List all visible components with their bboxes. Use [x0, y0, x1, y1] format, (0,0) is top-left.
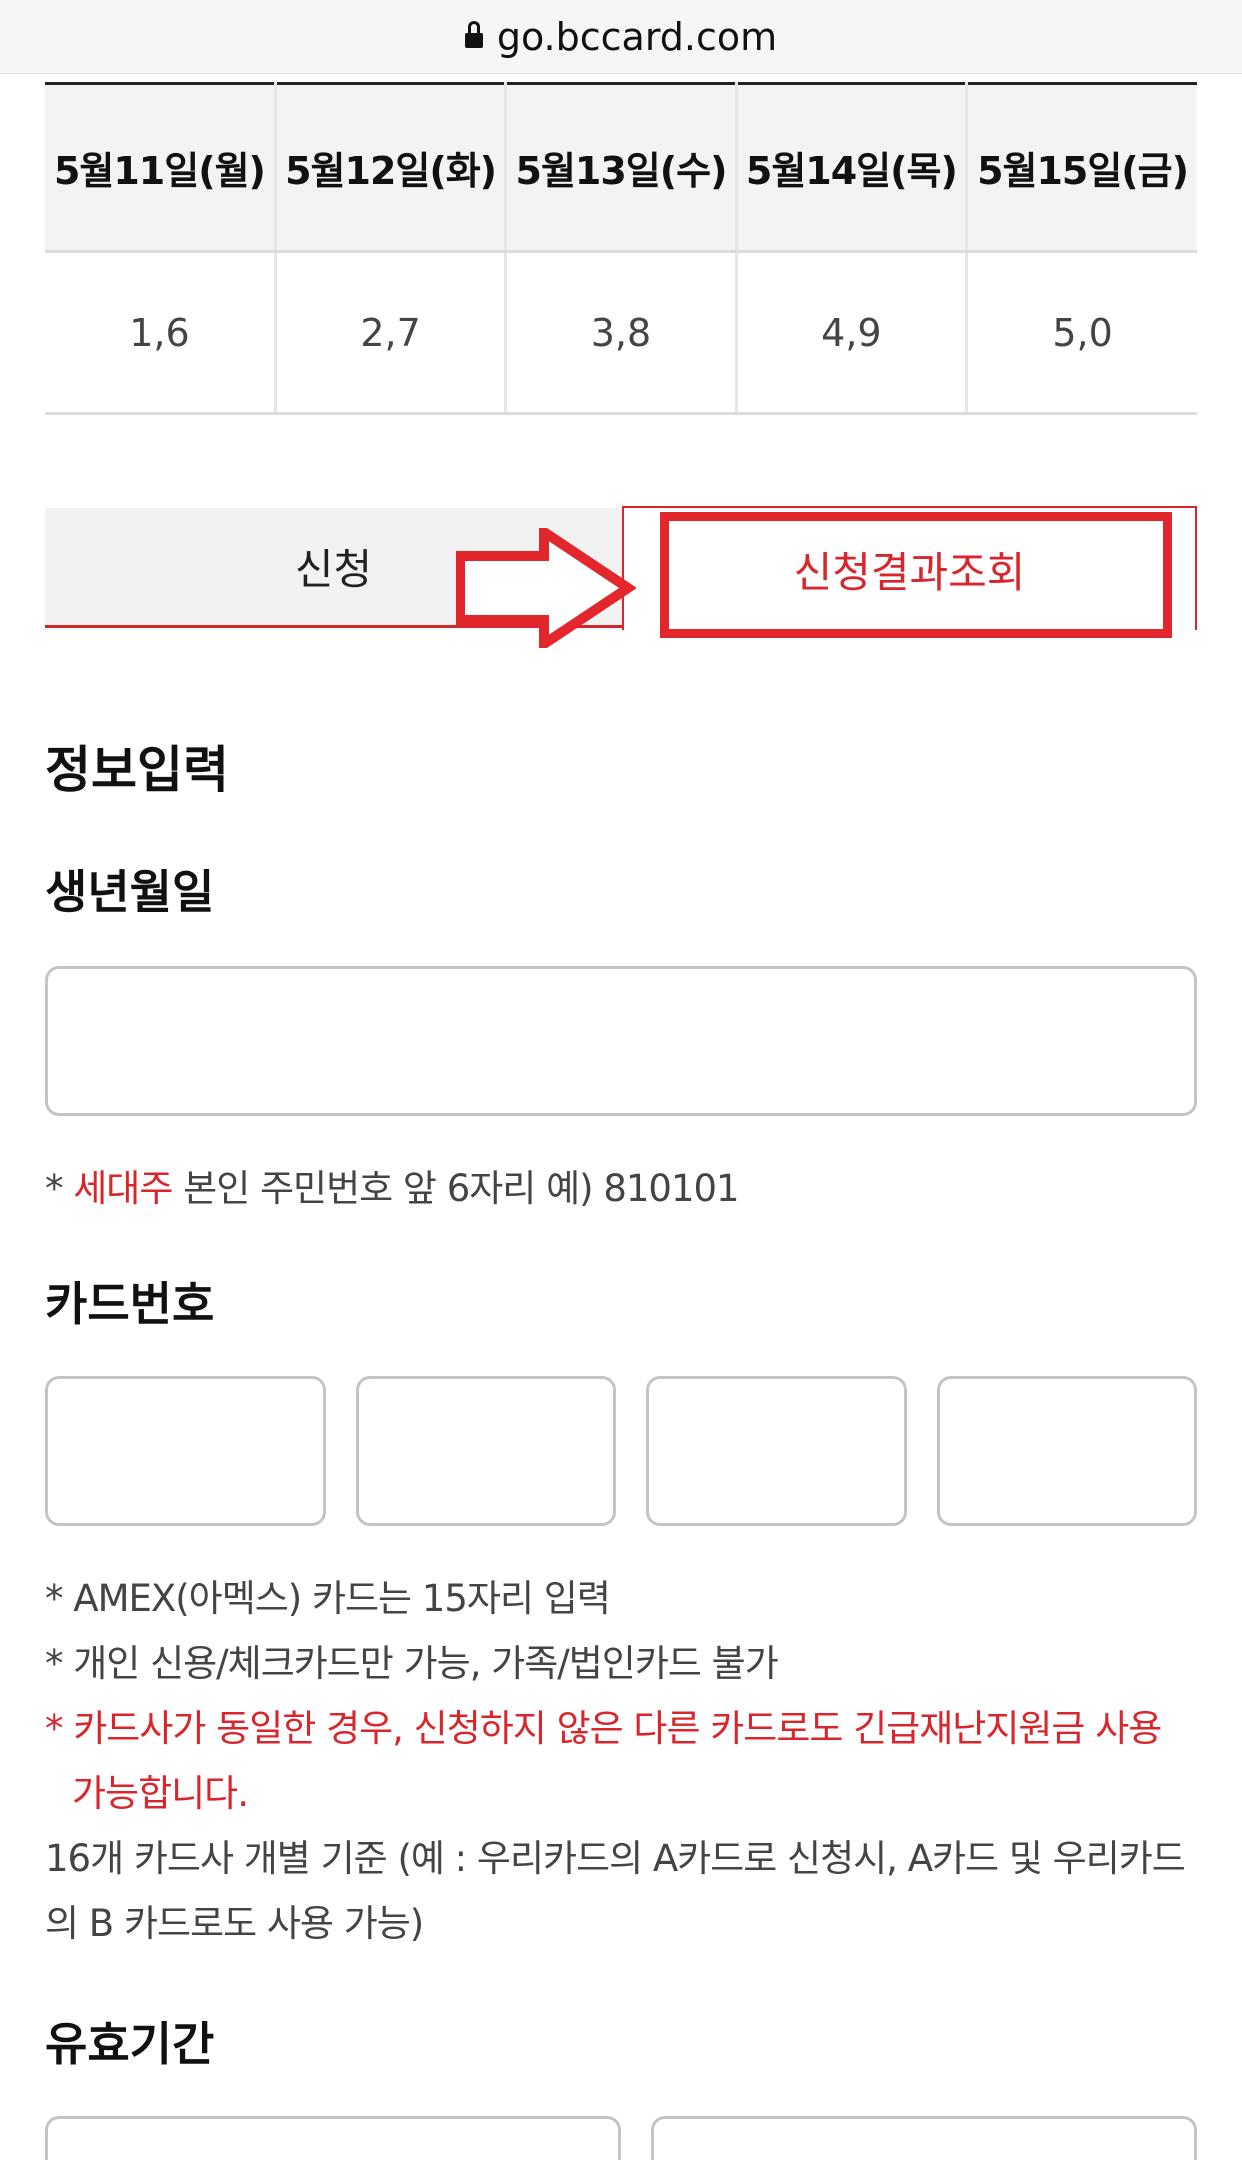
schedule-value-row: 1,6 2,7 3,8 4,9 5,0	[45, 251, 1197, 415]
schedule-header-row: 5월11일(월) 5월12일(화) 5월13일(수) 5월14일(목) 5월15…	[45, 82, 1197, 253]
birth-note: * 세대주 본인 주민번호 앞 6자리 예) 810101	[45, 1158, 740, 1212]
birth-date-input[interactable]	[45, 966, 1197, 1116]
card-note-issuer-criteria-line2: 의 B 카드로도 사용 가능)	[45, 1902, 424, 1945]
card-note-same-issuer-line1: * 카드사가 동일한 경우, 신청하지 않은 다른 카드로도 긴급재난지원금 사…	[45, 1707, 1162, 1750]
card-number-input-4[interactable]	[937, 1376, 1197, 1526]
expiry-label: 유효기간	[45, 2017, 215, 2071]
schedule-cell-thu: 4,9	[736, 251, 969, 415]
birth-note-highlight: 세대주	[73, 1167, 173, 1210]
section-title-info: 정보입력	[45, 741, 229, 799]
card-note-issuer-criteria-line1: 16개 카드사 개별 기준 (예 : 우리카드의 A카드로 신청시, A카드 및…	[45, 1837, 1186, 1880]
highlight-box-annotation	[660, 512, 1172, 638]
birth-label: 생년월일	[45, 865, 215, 919]
card-number-label: 카드번호	[45, 1277, 215, 1331]
schedule-table: 5월11일(월) 5월12일(화) 5월13일(수) 5월14일(목) 5월15…	[45, 82, 1197, 415]
right-arrow-annotation-icon	[456, 528, 636, 648]
schedule-header-fri: 5월15일(금)	[966, 82, 1197, 253]
schedule-cell-wed: 3,8	[505, 251, 738, 415]
card-number-input-1[interactable]	[45, 1376, 326, 1526]
expiry-month-input[interactable]	[45, 2116, 621, 2160]
birth-note-prefix: *	[45, 1167, 74, 1210]
card-number-input-3[interactable]	[646, 1376, 907, 1526]
schedule-header-wed: 5월13일(수)	[505, 82, 738, 253]
schedule-header-mon: 5월11일(월)	[45, 82, 277, 253]
url-text: go.bccard.com	[496, 14, 778, 59]
browser-url-bar[interactable]: go.bccard.com	[0, 0, 1242, 74]
schedule-cell-tue: 2,7	[275, 251, 508, 415]
schedule-header-thu: 5월14일(목)	[736, 82, 969, 253]
card-note-same-issuer-line2: 가능합니다.	[72, 1772, 249, 1815]
schedule-cell-mon: 1,6	[45, 251, 277, 415]
expiry-year-input[interactable]	[651, 2116, 1197, 2160]
schedule-header-tue: 5월12일(화)	[275, 82, 508, 253]
schedule-cell-fri: 5,0	[966, 251, 1197, 415]
card-number-input-2[interactable]	[356, 1376, 616, 1526]
birth-note-rest: 본인 주민번호 앞 6자리 예) 810101	[172, 1167, 739, 1210]
lock-icon	[464, 20, 483, 51]
card-note-personal-only: * 개인 신용/체크카드만 가능, 가족/법인카드 불가	[45, 1642, 779, 1685]
card-note-amex: * AMEX(아멕스) 카드는 15자리 입력	[45, 1577, 611, 1620]
